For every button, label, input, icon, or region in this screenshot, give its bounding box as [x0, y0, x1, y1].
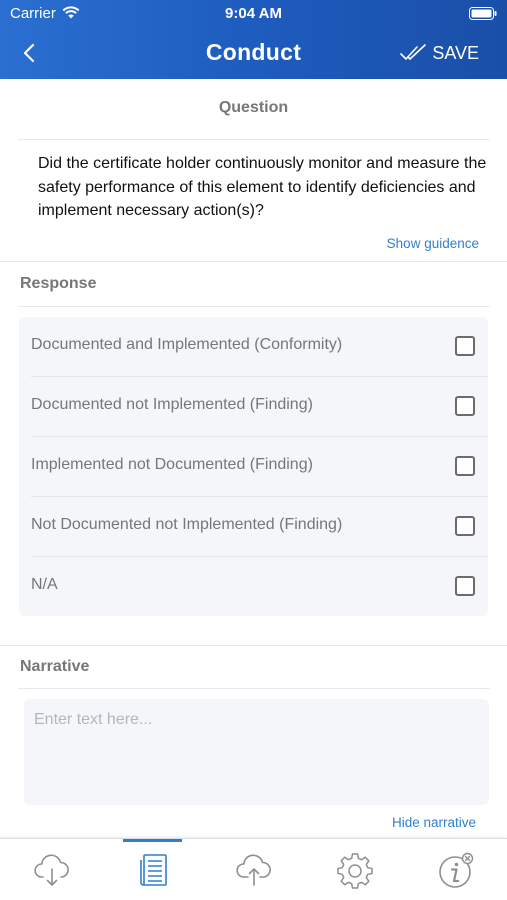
response-option-documented-not-implemented[interactable]: Documented not Implemented (Finding) [19, 377, 488, 437]
info-icon [438, 852, 473, 888]
divider [0, 645, 507, 646]
status-time: 9:04 AM [225, 5, 282, 22]
response-option-implemented-not-documented[interactable]: Implemented not Documented (Finding) [19, 437, 488, 497]
option-label: Implemented not Documented (Finding) [31, 456, 313, 473]
response-option-na[interactable]: N/A [19, 557, 488, 617]
app-header: Carrier 9:04 AM Conduct SAVE [0, 0, 507, 79]
status-bar: Carrier 9:04 AM [0, 0, 507, 28]
tab-settings[interactable] [304, 839, 405, 900]
cloud-upload-icon [235, 854, 271, 886]
bottom-tab-bar [0, 838, 507, 900]
divider [18, 688, 490, 689]
battery-icon [469, 7, 497, 20]
tab-documents[interactable] [102, 839, 203, 900]
response-options-panel: Documented and Implemented (Conformity) … [19, 317, 488, 616]
show-guidance-link[interactable]: Show guidence [387, 236, 479, 251]
response-option-conformity[interactable]: Documented and Implemented (Conformity) [19, 317, 488, 377]
divider [18, 139, 490, 140]
narrative-heading: Narrative [20, 658, 90, 675]
gear-icon [336, 853, 373, 889]
checkbox[interactable] [455, 516, 475, 536]
divider [18, 306, 490, 307]
double-check-icon [400, 44, 427, 60]
tab-upload[interactable] [203, 839, 304, 900]
hide-narrative-link[interactable]: Hide narrative [392, 815, 476, 830]
tab-info[interactable] [405, 839, 506, 900]
tab-download[interactable] [1, 839, 102, 900]
checkbox[interactable] [455, 336, 475, 356]
cloud-download-icon [33, 854, 69, 886]
narrative-input[interactable] [24, 699, 489, 805]
question-heading: Question [218, 99, 289, 116]
save-label: SAVE [432, 42, 479, 63]
document-list-icon [139, 854, 167, 886]
option-label: Documented not Implemented (Finding) [31, 396, 313, 413]
checkbox[interactable] [455, 576, 475, 596]
checkbox[interactable] [455, 456, 475, 476]
response-option-not-documented-not-implemented[interactable]: Not Documented not Implemented (Finding) [19, 497, 488, 557]
save-button[interactable]: SAVE [400, 40, 479, 66]
response-heading: Response [20, 275, 97, 292]
option-label: Not Documented not Implemented (Finding) [31, 516, 343, 533]
question-text: Did the certificate holder continuously … [38, 155, 487, 219]
checkbox[interactable] [455, 396, 475, 416]
option-label: Documented and Implemented (Conformity) [31, 336, 343, 353]
divider [0, 261, 507, 262]
option-label: N/A [31, 576, 58, 593]
